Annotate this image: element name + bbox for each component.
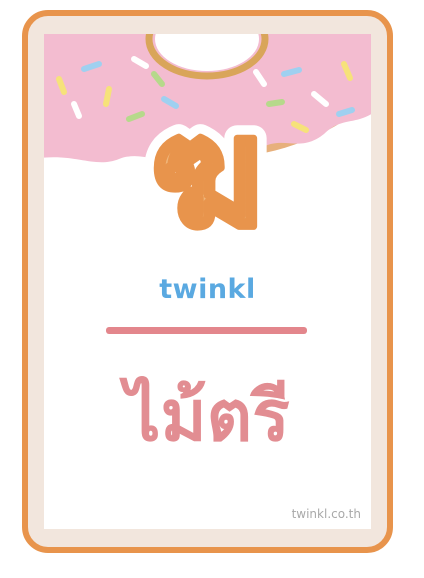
card-face: ฆ ฆ twinkl ไม้ตรี twinkl.co.th [44,34,371,529]
brand-logo: twinkl [159,274,256,305]
flashcard: ฆ ฆ twinkl ไม้ตรี twinkl.co.th [22,10,393,553]
divider [106,327,307,334]
thai-letter: ฆ [151,86,262,260]
thai-word: ไม้ตรี [125,375,290,457]
donut-illustration: ฆ ฆ [44,34,371,264]
website-label: twinkl.co.th [291,507,361,521]
